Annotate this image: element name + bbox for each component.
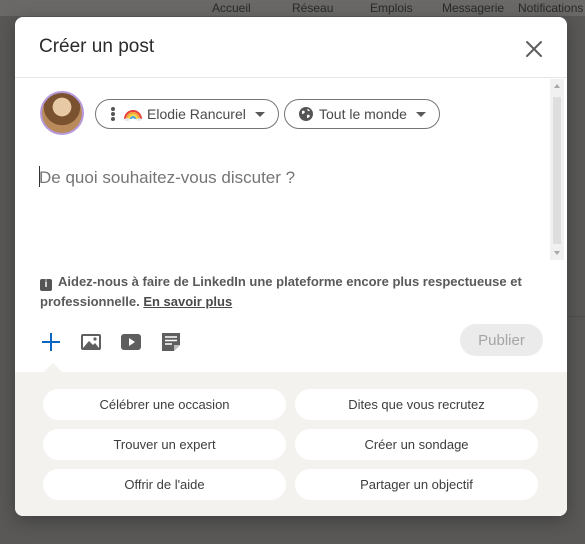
add-to-post-button[interactable]	[40, 331, 62, 353]
image-icon	[81, 334, 101, 350]
nav-messaging: Messagerie	[442, 1, 505, 15]
suggestions-panel: Célébrer une occasion Dites que vous rec…	[15, 372, 567, 516]
background-navbar: Accueil Réseau Emplois Messagerie Notifi…	[0, 0, 585, 16]
nav-home: Accueil	[212, 1, 251, 15]
suggestion-hiring[interactable]: Dites que vous recrutez	[295, 389, 538, 420]
add-document-button[interactable]	[160, 331, 182, 353]
dialog-title: Créer un post	[39, 36, 155, 57]
publish-button[interactable]: Publier	[460, 324, 543, 356]
dialog-header: Créer un post	[15, 17, 567, 78]
background-divider	[568, 316, 585, 317]
author-caret-icon	[255, 112, 265, 117]
close-icon	[526, 41, 542, 57]
audience-selector[interactable]: Tout le monde	[284, 99, 440, 129]
author-name: Elodie Rancurel	[147, 106, 246, 122]
globe-icon	[299, 107, 313, 121]
suggestion-find-expert[interactable]: Trouver un expert	[43, 429, 286, 460]
background-left-column	[0, 16, 14, 544]
nav-network: Réseau	[292, 1, 334, 15]
post-composer-input[interactable]	[39, 163, 539, 193]
audience-caret-icon	[416, 112, 426, 117]
scroll-up-arrow-icon[interactable]	[554, 84, 560, 88]
suggestion-celebrate-occasion[interactable]: Célébrer une occasion	[43, 389, 286, 420]
nav-jobs: Emplois	[370, 1, 413, 15]
suggestion-share-goal[interactable]: Partager un objectif	[295, 469, 538, 500]
text-cursor	[39, 166, 40, 187]
document-icon	[162, 333, 180, 351]
close-button[interactable]	[521, 36, 547, 62]
composer-scrollbar[interactable]	[550, 79, 564, 260]
scrollbar-thumb[interactable]	[553, 97, 561, 244]
suggestion-create-poll[interactable]: Créer un sondage	[295, 429, 538, 460]
community-notice: i Aidez-nous à faire de LinkedIn une plat…	[40, 272, 550, 312]
scroll-down-arrow-icon[interactable]	[554, 251, 560, 255]
background-right-column	[568, 16, 585, 544]
plus-icon	[42, 333, 60, 351]
avatar[interactable]	[40, 91, 84, 135]
info-icon: i	[40, 279, 52, 291]
rainbow-icon	[124, 110, 142, 121]
audience-label: Tout le monde	[319, 106, 407, 122]
suggestion-offer-help[interactable]: Offrir de l'aide	[43, 469, 286, 500]
video-icon	[121, 334, 141, 350]
add-video-button[interactable]	[120, 331, 142, 353]
nav-notifications: Notifications	[518, 1, 584, 15]
more-dots-icon	[111, 107, 115, 121]
notice-text: Aidez-nous à faire de LinkedIn une plate…	[40, 274, 522, 309]
create-post-dialog: Créer un post Elodie Rancurel Tout le mo…	[15, 17, 567, 516]
learn-more-link[interactable]: En savoir plus	[143, 294, 232, 309]
add-photo-button[interactable]	[80, 331, 102, 353]
author-selector[interactable]: Elodie Rancurel	[95, 99, 279, 129]
